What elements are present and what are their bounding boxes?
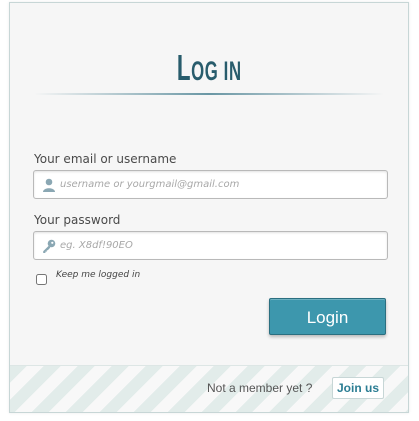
username-field[interactable] — [33, 170, 388, 199]
key-icon — [41, 238, 57, 254]
footer: Not a member yet ? Join us — [10, 365, 408, 412]
remember-me[interactable]: Keep me logged in — [36, 269, 140, 288]
username-input[interactable] — [60, 171, 380, 198]
member-note: Not a member yet ? — [207, 381, 313, 395]
password-field[interactable] — [33, 231, 388, 260]
username-label: Your email or username — [34, 152, 177, 166]
user-icon — [41, 177, 57, 193]
join-us-button[interactable]: Join us — [332, 377, 385, 399]
login-card: Log in Your email or username Your passw… — [9, 2, 409, 413]
page-title: Log in — [177, 47, 242, 89]
password-input[interactable] — [60, 232, 380, 259]
login-button[interactable]: Login — [269, 298, 386, 335]
remember-checkbox[interactable] — [36, 274, 47, 285]
title-rest: og in — [190, 56, 242, 86]
title-divider — [34, 93, 384, 95]
remember-label: Keep me logged in — [56, 270, 141, 280]
password-label: Your password — [34, 213, 121, 227]
title-wrap: Log in — [10, 47, 408, 89]
title-first-letter: L — [176, 47, 191, 88]
